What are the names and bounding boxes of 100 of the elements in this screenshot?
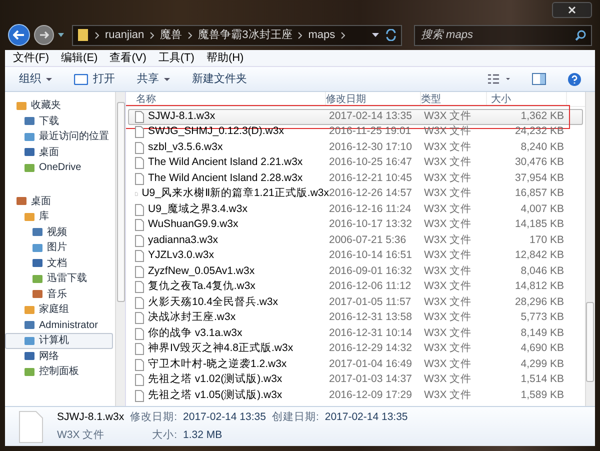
file-row[interactable]: U9_魔域之界3.4.w3x 2016-12-16 11:24 W3X 文件 4,007 KB xyxy=(128,202,583,218)
file-row[interactable]: 守卫木叶村-晓之逆袭1.2.w3x 2017-01-04 16:49 W3X 文件 4,299 KB xyxy=(128,357,583,372)
nav-icon xyxy=(24,132,35,142)
file-row[interactable]: WuShuanG9.9.w3x 2016-10-17 13:32 W3X 文件 14,185 KB xyxy=(128,218,583,233)
close-button[interactable] xyxy=(552,2,592,18)
field-label: 大小: xyxy=(151,428,178,442)
file-row[interactable]: 火影天殇10.4全民督兵.w3x 2017-01-05 11:57 W3X 文件 28,296 KB xyxy=(128,295,583,310)
nav-icon xyxy=(16,100,27,111)
file-name: SWJG_SHMJ_0.12.3(D).w3x xyxy=(148,124,284,140)
file-row[interactable]: 复仇之夜Ta.4复仇.w3x 2016-12-06 11:12 W3X 文件 14,812 KB xyxy=(128,280,583,295)
nav-item[interactable]: 桌面 xyxy=(5,194,113,209)
breadcrumb[interactable]: 魔兽争霸3冰封王座 xyxy=(198,26,292,44)
scrollbar[interactable] xyxy=(115,92,125,406)
file-row[interactable]: YJZLv3.0.w3x 2016-10-14 16:51 W3X 文件 12,842 KB xyxy=(128,248,583,264)
breadcrumb[interactable]: 魔兽 xyxy=(160,26,182,44)
chevron-icon[interactable] xyxy=(188,32,192,38)
address-bar[interactable]: ruanjian 魔兽 魔兽争霸3冰封王座 maps xyxy=(72,24,402,46)
nav-icon xyxy=(24,116,35,126)
refresh-icon[interactable] xyxy=(385,29,397,41)
forward-button[interactable] xyxy=(34,25,54,45)
menu-item[interactable]: 编辑(E) xyxy=(61,50,98,66)
nav-item[interactable]: 网络 xyxy=(5,348,113,364)
nav-item[interactable]: 库 xyxy=(5,209,113,224)
type-cell-text: W3X 文件 xyxy=(424,248,473,264)
view-options-icon[interactable] xyxy=(488,74,510,84)
menu-item[interactable]: 帮助(H) xyxy=(206,50,244,66)
file-name: 守卫木叶村-晓之逆袭1.2.w3x xyxy=(148,356,287,372)
back-arrow-icon xyxy=(13,30,25,40)
type-cell-text: W3X 文件 xyxy=(424,140,473,155)
toolbar-button[interactable]: 共享 xyxy=(137,70,170,88)
file-icon xyxy=(135,142,144,154)
dropdown-arrow-icon[interactable] xyxy=(372,33,379,37)
chevron-icon[interactable] xyxy=(95,32,99,38)
menu-item[interactable]: 文件(F) xyxy=(13,50,50,66)
field-value: 2017-02-14 13:35 xyxy=(324,410,409,425)
file-row[interactable]: 先祖之塔 v1.05(测试版).w3x 2016-12-09 17:29 W3X 文件 1,589 KB xyxy=(128,388,583,404)
chevron-icon[interactable] xyxy=(150,32,154,38)
size-cell-text: 8,240 KB xyxy=(520,140,564,155)
help-icon[interactable] xyxy=(568,72,581,86)
nav-item[interactable]: 视频 xyxy=(5,224,113,240)
file-row[interactable]: szbl_v3.5.6.w3x 2016-12-30 17:10 W3X 文件 8,240 KB xyxy=(128,140,583,156)
file-row[interactable]: ZyzfNew_0.05Av1.w3x 2016-09-01 16:32 W3X 文件 8,046 KB xyxy=(128,264,583,280)
toolbar-button[interactable]: 组织 xyxy=(19,70,52,88)
nav-item[interactable]: 最近访问的位置 xyxy=(5,129,113,144)
file-row[interactable]: U9_风来水榭Ⅱ新的篇章1.21正式版.w3x2016-12-26 14:57 W3X 文件 16,857 KB xyxy=(128,186,583,202)
file-row[interactable]: The Wild Ancient Island 2.21.w3x 2016-10-25 16:47 W3X 文件 30,476 KB xyxy=(128,156,583,171)
file-row[interactable]: 你的战争 v3.1a.w3x 2016-12-31 10:14 W3X 文件 8,149 KB xyxy=(128,326,583,342)
nav-item[interactable]: 收藏夹 xyxy=(5,98,113,114)
breadcrumb[interactable]: maps xyxy=(308,26,336,44)
nav-item[interactable]: 家庭组 xyxy=(5,302,113,318)
type-cell-text: W3X 文件 xyxy=(424,326,473,341)
menu-item[interactable]: 工具(T) xyxy=(158,50,194,66)
nav-item[interactable]: 文档 xyxy=(5,256,113,271)
column-header[interactable]: 类型 xyxy=(421,92,487,106)
nav-icon xyxy=(24,162,35,173)
date-cell-text: 2016-12-21 10:45 xyxy=(329,170,413,186)
toolbar-button[interactable]: 新建文件夹 xyxy=(192,70,247,88)
type-cell-text: W3X 文件 xyxy=(424,124,473,140)
search-field[interactable]: 搜索 maps xyxy=(414,24,592,46)
scrollbar[interactable] xyxy=(585,92,595,406)
file-icon xyxy=(135,157,144,170)
chevron-icon[interactable] xyxy=(298,32,302,38)
file-row[interactable]: SJWJ-8.1.w3x 2017-02-14 13:35 W3X 文件 1,362 KB xyxy=(128,109,583,124)
file-row[interactable]: yadianna3.w3x 2006-07-21 5:36 W3X 文件 170 KB xyxy=(128,233,583,248)
file-row[interactable]: SWJG_SHMJ_0.12.3(D).w3x 2016-11-25 19:01 W3X 文件 24,232 KB xyxy=(128,124,583,140)
nav-item[interactable]: 控制面板 xyxy=(5,364,113,380)
size-cell-text: 14,812 KB xyxy=(514,279,564,294)
file-name: U9_风来水榭Ⅱ新的篇章1.21正式版.w3x xyxy=(142,186,329,202)
type-cell-text: W3X 文件 xyxy=(424,217,473,232)
preview-pane-icon[interactable] xyxy=(532,73,546,85)
file-icon xyxy=(135,343,144,356)
file-icon xyxy=(135,312,144,324)
column-header[interactable]: 大小 xyxy=(487,92,567,106)
file-row[interactable]: The Wild Ancient Island 2.28.w3x 2016-12-21 10:45 W3X 文件 37,954 KB xyxy=(128,171,583,186)
field-label: 修改日期: xyxy=(130,410,178,425)
nav-item[interactable]: Administrator xyxy=(5,318,113,333)
back-button[interactable] xyxy=(8,24,30,46)
size-cell-text: 4,690 KB xyxy=(520,341,564,356)
toolbar-button[interactable]: 打开 xyxy=(74,70,115,88)
column-header[interactable]: 修改日期 xyxy=(326,92,421,106)
file-icon xyxy=(135,358,144,371)
breadcrumb[interactable]: ruanjian xyxy=(105,26,144,44)
file-row[interactable]: 决战冰封王座.w3x 2016-12-31 13:58 W3X 文件 5,773 KB xyxy=(128,310,583,326)
file-row[interactable]: 神界IV毁灭之神4.8正式版.w3x 2016-12-29 14:32 W3X 文件 4,690 KB xyxy=(128,342,583,357)
nav-item[interactable]: 图片 xyxy=(5,240,113,256)
file-name: ZyzfNew_0.05Av1.w3x xyxy=(148,264,255,279)
window-icon xyxy=(74,74,88,84)
nav-icon xyxy=(24,351,35,362)
nav-item[interactable]: 迅雷下载 xyxy=(5,271,113,286)
type-cell-text: W3X 文件 xyxy=(424,155,473,170)
nav-item[interactable]: 下载 xyxy=(5,114,113,129)
column-header[interactable]: 名称 xyxy=(126,92,326,106)
file-row[interactable]: 先祖之塔 v1.02(测试版).w3x 2017-01-03 14:37 W3X 文件 1,514 KB xyxy=(128,372,583,388)
nav-item[interactable]: OneDrive xyxy=(5,160,113,176)
chevron-icon[interactable] xyxy=(341,32,346,38)
date-cell-text: 2016-10-25 16:47 xyxy=(329,155,413,170)
menu-item[interactable]: 查看(V) xyxy=(110,50,146,66)
nav-item[interactable]: 计算机 xyxy=(5,333,113,348)
nav-item[interactable]: 音乐 xyxy=(5,286,113,302)
nav-item[interactable]: 桌面 xyxy=(5,144,113,160)
